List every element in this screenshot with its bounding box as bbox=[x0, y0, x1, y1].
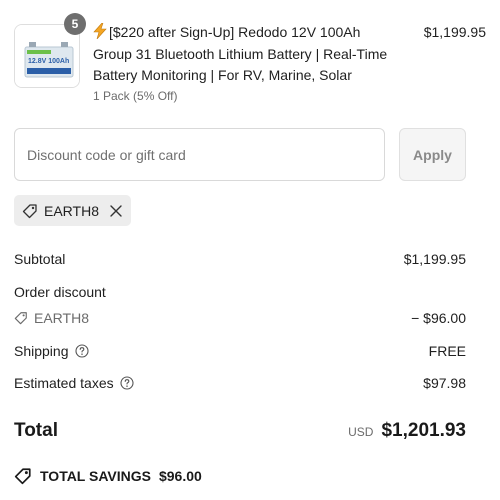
discount-code-input[interactable] bbox=[14, 128, 385, 181]
order-discount-value: − $96.00 bbox=[411, 310, 466, 326]
order-discount-code-label: EARTH8 bbox=[14, 310, 89, 326]
applied-discount-chip: EARTH8 bbox=[14, 195, 131, 226]
close-icon bbox=[110, 204, 122, 217]
product-title: [$220 after Sign-Up] Redodo 12V 100Ah Gr… bbox=[93, 22, 403, 87]
remove-discount-button[interactable] bbox=[109, 204, 123, 218]
taxes-value: $97.98 bbox=[423, 375, 466, 391]
total-savings-value: $96.00 bbox=[158, 468, 202, 484]
tag-icon bbox=[14, 312, 27, 325]
total-amount: $1,201.93 bbox=[381, 420, 466, 441]
total-savings-label: TOTAL SAVINGS bbox=[40, 468, 151, 484]
savings-tag-icon bbox=[14, 468, 31, 485]
order-discount-label: Order discount bbox=[14, 284, 106, 300]
taxes-row: Estimated taxes $97.98 bbox=[14, 372, 466, 394]
help-circle-icon[interactable] bbox=[74, 344, 89, 358]
subtotal-row: Subtotal $1,199.95 bbox=[14, 248, 466, 270]
quantity-badge: 5 bbox=[64, 13, 86, 35]
order-discount-code: EARTH8 bbox=[34, 310, 89, 326]
product-variant: 1 Pack (5% Off) bbox=[93, 89, 178, 103]
shipping-label: Shipping bbox=[14, 343, 69, 359]
cart-line-item: 12.8V 100Ah 5 [$220 after Sign-Up] Redod… bbox=[14, 13, 486, 110]
order-discount-row: Order discount bbox=[14, 281, 466, 303]
order-discount-detail-row: EARTH8 − $96.00 bbox=[14, 307, 466, 329]
subtotal-label: Subtotal bbox=[14, 251, 66, 267]
total-amount-group: USD $1,201.93 bbox=[348, 420, 466, 442]
total-label: Total bbox=[14, 420, 58, 441]
taxes-label-group: Estimated taxes bbox=[14, 375, 134, 391]
shipping-label-group: Shipping bbox=[14, 343, 89, 359]
product-title-text: [$220 after Sign-Up] Redodo 12V 100Ah Gr… bbox=[93, 24, 388, 83]
applied-discount-code: EARTH8 bbox=[44, 202, 99, 219]
lightning-icon bbox=[93, 23, 107, 39]
apply-button[interactable]: Apply bbox=[399, 128, 466, 181]
total-row: Total USD $1,201.93 bbox=[14, 418, 466, 444]
taxes-label: Estimated taxes bbox=[14, 375, 114, 391]
thumbnail-label: 12.8V 100Ah bbox=[28, 58, 69, 65]
tag-icon bbox=[22, 203, 37, 218]
help-circle-icon[interactable] bbox=[120, 376, 134, 390]
total-savings: TOTAL SAVINGS $96.00 bbox=[14, 467, 202, 485]
shipping-value: FREE bbox=[428, 343, 466, 359]
product-price: $1,199.95 bbox=[423, 24, 486, 40]
shipping-row: Shipping FREE bbox=[14, 340, 466, 362]
subtotal-value: $1,199.95 bbox=[403, 251, 466, 267]
total-currency: USD bbox=[348, 425, 374, 439]
